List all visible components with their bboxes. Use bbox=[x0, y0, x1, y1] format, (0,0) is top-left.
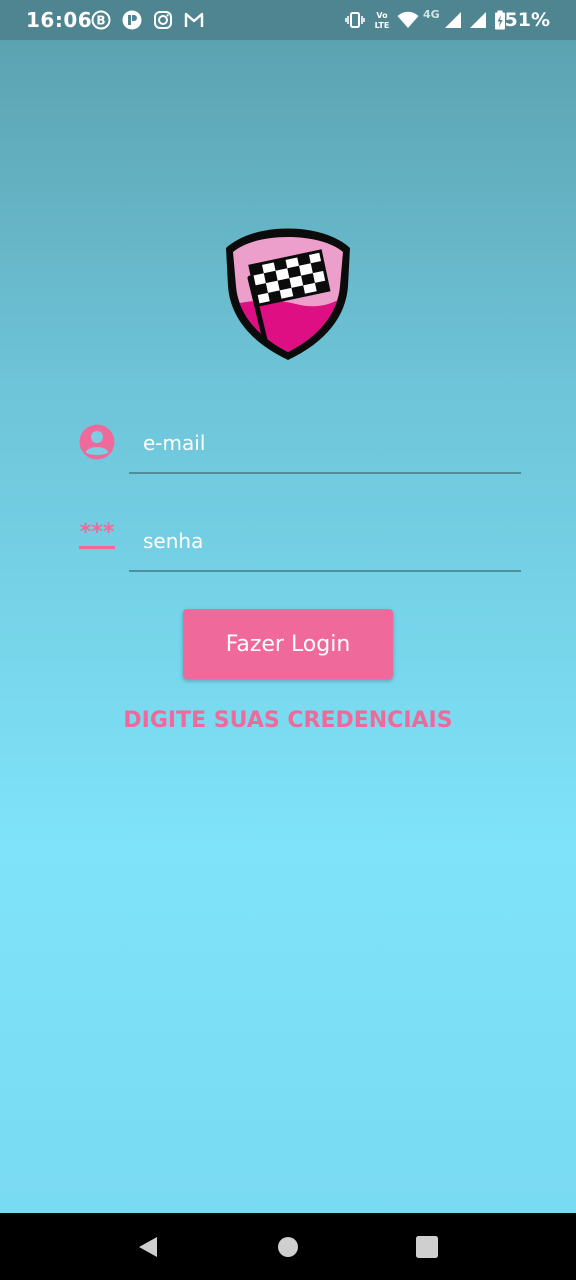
b-circle-icon: B bbox=[91, 10, 111, 30]
instagram-icon bbox=[154, 11, 172, 29]
login-button[interactable]: Fazer Login bbox=[183, 609, 393, 679]
svg-text:***: *** bbox=[80, 521, 115, 545]
network-type-label: 4G bbox=[423, 8, 440, 21]
login-screen: 16:06 B Vo LTE 4G 51% e-mail *** Fazer L… bbox=[0, 0, 576, 1280]
password-asterisks-icon: *** bbox=[79, 521, 115, 549]
svg-text:B: B bbox=[96, 14, 105, 28]
password-input[interactable] bbox=[143, 524, 503, 558]
svg-text:Vo: Vo bbox=[376, 11, 388, 20]
vibrate-icon bbox=[345, 12, 365, 28]
volte-icon: Vo LTE bbox=[375, 11, 390, 30]
wifi-icon bbox=[397, 11, 419, 28]
navigation-bar bbox=[0, 1213, 576, 1280]
back-icon[interactable] bbox=[135, 1234, 161, 1260]
signal-icon bbox=[445, 12, 461, 28]
home-icon[interactable] bbox=[275, 1234, 301, 1260]
svg-text:LTE: LTE bbox=[375, 21, 390, 30]
recents-icon[interactable] bbox=[414, 1234, 440, 1260]
email-input[interactable] bbox=[143, 426, 503, 460]
status-bar: 16:06 B Vo LTE 4G 51% bbox=[0, 0, 576, 40]
password-field bbox=[129, 514, 521, 572]
email-field bbox=[129, 416, 521, 474]
account-circle-icon bbox=[79, 424, 115, 460]
battery-percent: 51% bbox=[504, 9, 550, 31]
gmail-icon bbox=[184, 12, 204, 27]
credentials-prompt: DIGITE SUAS CREDENCIAIS bbox=[123, 708, 453, 733]
signal-icon bbox=[470, 12, 486, 28]
pause-circle-icon bbox=[122, 10, 142, 30]
status-time: 16:06 bbox=[26, 8, 93, 32]
checkered-flag-shield-logo bbox=[226, 228, 350, 360]
